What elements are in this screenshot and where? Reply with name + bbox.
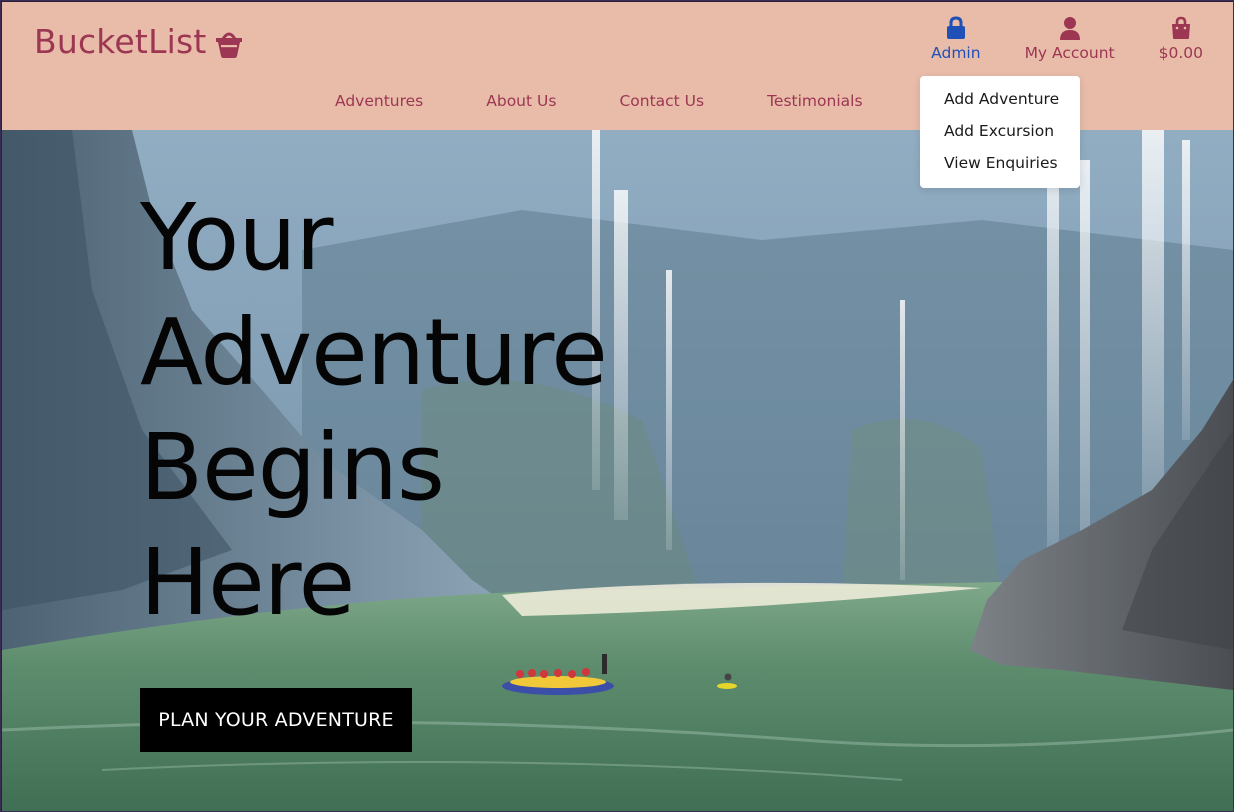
- my-account-label: My Account: [1024, 44, 1115, 62]
- hero-headline-line: Your: [140, 184, 333, 291]
- hero-headline-line: Begins: [140, 414, 445, 521]
- dropdown-item-view-enquiries[interactable]: View Enquiries: [920, 153, 1080, 185]
- main-nav: Adventures About Us Contact Us Testimoni…: [335, 92, 926, 110]
- lock-icon: [946, 16, 965, 39]
- cart-total: $0.00: [1158, 44, 1203, 62]
- cart-link[interactable]: $0.00: [1159, 16, 1203, 62]
- browser-viewport: BucketList Admin My Account $0.00 Advent…: [0, 0, 1234, 812]
- brand-logo-link[interactable]: BucketList: [34, 22, 243, 61]
- shopping-bag-icon: [1171, 16, 1190, 39]
- nav-item-about-us[interactable]: About Us: [486, 92, 556, 110]
- header-utility-icons: Admin My Account $0.00: [887, 16, 1203, 62]
- nav-item-adventures[interactable]: Adventures: [335, 92, 423, 110]
- hero-headline-line: Adventure: [140, 299, 608, 406]
- admin-dropdown-menu: Add Adventure Add Excursion View Enquiri…: [920, 76, 1080, 188]
- shopping-basket-icon: [215, 25, 243, 59]
- admin-menu-toggle[interactable]: Admin: [931, 16, 981, 62]
- hero-headline-line: Here: [140, 529, 355, 636]
- dropdown-item-add-excursion[interactable]: Add Excursion: [920, 121, 1080, 153]
- plan-your-adventure-button[interactable]: PLAN YOUR ADVENTURE: [140, 688, 412, 752]
- admin-label: Admin: [931, 44, 981, 62]
- nav-item-testimonials[interactable]: Testimonials: [767, 92, 862, 110]
- my-account-link[interactable]: My Account: [1025, 16, 1115, 62]
- hero-section: Your Adventure Begins Here PLAN YOUR ADV…: [2, 130, 1233, 811]
- brand-name: BucketList: [34, 22, 207, 61]
- user-icon: [1059, 17, 1080, 40]
- dropdown-item-add-adventure[interactable]: Add Adventure: [920, 89, 1080, 121]
- hero-headline: Your Adventure Begins Here: [140, 180, 660, 640]
- nav-item-contact-us[interactable]: Contact Us: [619, 92, 704, 110]
